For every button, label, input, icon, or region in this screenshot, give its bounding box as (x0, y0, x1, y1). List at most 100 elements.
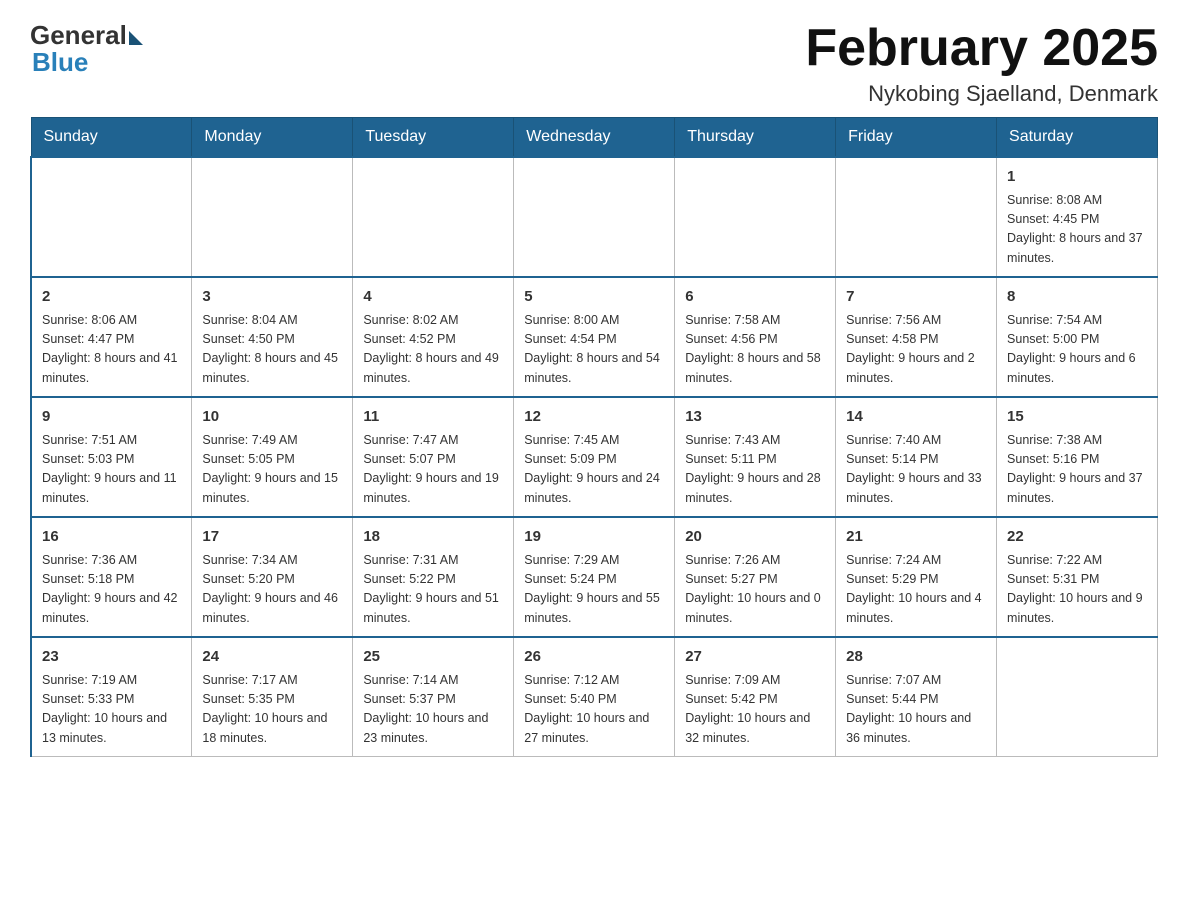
day-number: 11 (363, 406, 503, 429)
calendar-cell: 1Sunrise: 8:08 AMSunset: 4:45 PMDaylight… (997, 157, 1158, 277)
day-number: 10 (202, 406, 342, 429)
calendar-cell: 18Sunrise: 7:31 AMSunset: 5:22 PMDayligh… (353, 517, 514, 637)
day-info: Sunrise: 7:54 AMSunset: 5:00 PMDaylight:… (1007, 311, 1147, 389)
day-info: Sunrise: 7:12 AMSunset: 5:40 PMDaylight:… (524, 671, 664, 749)
calendar-cell: 28Sunrise: 7:07 AMSunset: 5:44 PMDayligh… (836, 637, 997, 757)
calendar-cell: 15Sunrise: 7:38 AMSunset: 5:16 PMDayligh… (997, 397, 1158, 517)
day-number: 25 (363, 646, 503, 669)
calendar-cell: 12Sunrise: 7:45 AMSunset: 5:09 PMDayligh… (514, 397, 675, 517)
day-number: 8 (1007, 286, 1147, 309)
calendar-title: February 2025 (805, 20, 1158, 77)
day-number: 19 (524, 526, 664, 549)
logo-blue-text: Blue (30, 47, 88, 78)
page-header: General Blue February 2025 Nykobing Sjae… (30, 20, 1158, 107)
day-info: Sunrise: 8:06 AMSunset: 4:47 PMDaylight:… (42, 311, 181, 389)
day-number: 6 (685, 286, 825, 309)
day-number: 27 (685, 646, 825, 669)
logo-arrow-icon (129, 31, 143, 45)
calendar-cell (192, 157, 353, 277)
day-number: 18 (363, 526, 503, 549)
calendar-cell (675, 157, 836, 277)
day-info: Sunrise: 7:40 AMSunset: 5:14 PMDaylight:… (846, 431, 986, 509)
calendar-week-row: 16Sunrise: 7:36 AMSunset: 5:18 PMDayligh… (31, 517, 1158, 637)
day-info: Sunrise: 7:49 AMSunset: 5:05 PMDaylight:… (202, 431, 342, 509)
day-number: 5 (524, 286, 664, 309)
day-info: Sunrise: 7:26 AMSunset: 5:27 PMDaylight:… (685, 551, 825, 629)
calendar-cell: 10Sunrise: 7:49 AMSunset: 5:05 PMDayligh… (192, 397, 353, 517)
day-info: Sunrise: 7:38 AMSunset: 5:16 PMDaylight:… (1007, 431, 1147, 509)
calendar-cell: 25Sunrise: 7:14 AMSunset: 5:37 PMDayligh… (353, 637, 514, 757)
day-number: 15 (1007, 406, 1147, 429)
calendar-cell (353, 157, 514, 277)
weekday-header-row: SundayMondayTuesdayWednesdayThursdayFrid… (31, 118, 1158, 158)
calendar-cell: 3Sunrise: 8:04 AMSunset: 4:50 PMDaylight… (192, 277, 353, 397)
day-number: 7 (846, 286, 986, 309)
weekday-header-sunday: Sunday (31, 118, 192, 158)
day-number: 4 (363, 286, 503, 309)
day-info: Sunrise: 7:47 AMSunset: 5:07 PMDaylight:… (363, 431, 503, 509)
weekday-header-tuesday: Tuesday (353, 118, 514, 158)
day-number: 14 (846, 406, 986, 429)
day-info: Sunrise: 7:34 AMSunset: 5:20 PMDaylight:… (202, 551, 342, 629)
weekday-header-thursday: Thursday (675, 118, 836, 158)
day-info: Sunrise: 7:19 AMSunset: 5:33 PMDaylight:… (42, 671, 181, 749)
day-info: Sunrise: 7:45 AMSunset: 5:09 PMDaylight:… (524, 431, 664, 509)
day-info: Sunrise: 7:56 AMSunset: 4:58 PMDaylight:… (846, 311, 986, 389)
day-info: Sunrise: 8:08 AMSunset: 4:45 PMDaylight:… (1007, 191, 1147, 269)
day-info: Sunrise: 7:09 AMSunset: 5:42 PMDaylight:… (685, 671, 825, 749)
day-info: Sunrise: 7:07 AMSunset: 5:44 PMDaylight:… (846, 671, 986, 749)
day-info: Sunrise: 7:17 AMSunset: 5:35 PMDaylight:… (202, 671, 342, 749)
day-number: 3 (202, 286, 342, 309)
day-number: 1 (1007, 166, 1147, 189)
day-info: Sunrise: 8:04 AMSunset: 4:50 PMDaylight:… (202, 311, 342, 389)
calendar-cell: 19Sunrise: 7:29 AMSunset: 5:24 PMDayligh… (514, 517, 675, 637)
calendar-cell: 24Sunrise: 7:17 AMSunset: 5:35 PMDayligh… (192, 637, 353, 757)
calendar-cell: 22Sunrise: 7:22 AMSunset: 5:31 PMDayligh… (997, 517, 1158, 637)
calendar-week-row: 1Sunrise: 8:08 AMSunset: 4:45 PMDaylight… (31, 157, 1158, 277)
title-block: February 2025 Nykobing Sjaelland, Denmar… (805, 20, 1158, 107)
calendar-cell: 6Sunrise: 7:58 AMSunset: 4:56 PMDaylight… (675, 277, 836, 397)
calendar-cell: 11Sunrise: 7:47 AMSunset: 5:07 PMDayligh… (353, 397, 514, 517)
calendar-cell: 16Sunrise: 7:36 AMSunset: 5:18 PMDayligh… (31, 517, 192, 637)
calendar-cell: 2Sunrise: 8:06 AMSunset: 4:47 PMDaylight… (31, 277, 192, 397)
day-info: Sunrise: 8:00 AMSunset: 4:54 PMDaylight:… (524, 311, 664, 389)
weekday-header-friday: Friday (836, 118, 997, 158)
calendar-week-row: 9Sunrise: 7:51 AMSunset: 5:03 PMDaylight… (31, 397, 1158, 517)
calendar-cell (836, 157, 997, 277)
calendar-cell: 9Sunrise: 7:51 AMSunset: 5:03 PMDaylight… (31, 397, 192, 517)
calendar-cell: 8Sunrise: 7:54 AMSunset: 5:00 PMDaylight… (997, 277, 1158, 397)
day-info: Sunrise: 7:51 AMSunset: 5:03 PMDaylight:… (42, 431, 181, 509)
day-number: 20 (685, 526, 825, 549)
day-number: 13 (685, 406, 825, 429)
weekday-header-saturday: Saturday (997, 118, 1158, 158)
day-info: Sunrise: 7:29 AMSunset: 5:24 PMDaylight:… (524, 551, 664, 629)
calendar-cell: 23Sunrise: 7:19 AMSunset: 5:33 PMDayligh… (31, 637, 192, 757)
day-info: Sunrise: 7:14 AMSunset: 5:37 PMDaylight:… (363, 671, 503, 749)
calendar-week-row: 2Sunrise: 8:06 AMSunset: 4:47 PMDaylight… (31, 277, 1158, 397)
calendar-cell: 20Sunrise: 7:26 AMSunset: 5:27 PMDayligh… (675, 517, 836, 637)
day-number: 23 (42, 646, 181, 669)
calendar-cell: 4Sunrise: 8:02 AMSunset: 4:52 PMDaylight… (353, 277, 514, 397)
day-info: Sunrise: 7:36 AMSunset: 5:18 PMDaylight:… (42, 551, 181, 629)
day-number: 12 (524, 406, 664, 429)
day-number: 22 (1007, 526, 1147, 549)
day-number: 2 (42, 286, 181, 309)
day-info: Sunrise: 7:31 AMSunset: 5:22 PMDaylight:… (363, 551, 503, 629)
calendar-cell: 17Sunrise: 7:34 AMSunset: 5:20 PMDayligh… (192, 517, 353, 637)
day-number: 26 (524, 646, 664, 669)
weekday-header-monday: Monday (192, 118, 353, 158)
day-info: Sunrise: 7:58 AMSunset: 4:56 PMDaylight:… (685, 311, 825, 389)
calendar-cell (514, 157, 675, 277)
day-number: 9 (42, 406, 181, 429)
calendar-cell (997, 637, 1158, 757)
day-number: 16 (42, 526, 181, 549)
weekday-header-wednesday: Wednesday (514, 118, 675, 158)
calendar-cell: 5Sunrise: 8:00 AMSunset: 4:54 PMDaylight… (514, 277, 675, 397)
calendar-cell: 21Sunrise: 7:24 AMSunset: 5:29 PMDayligh… (836, 517, 997, 637)
calendar-cell (31, 157, 192, 277)
day-info: Sunrise: 7:24 AMSunset: 5:29 PMDaylight:… (846, 551, 986, 629)
day-number: 21 (846, 526, 986, 549)
day-number: 17 (202, 526, 342, 549)
calendar-table: SundayMondayTuesdayWednesdayThursdayFrid… (30, 117, 1158, 757)
logo: General Blue (30, 20, 143, 78)
